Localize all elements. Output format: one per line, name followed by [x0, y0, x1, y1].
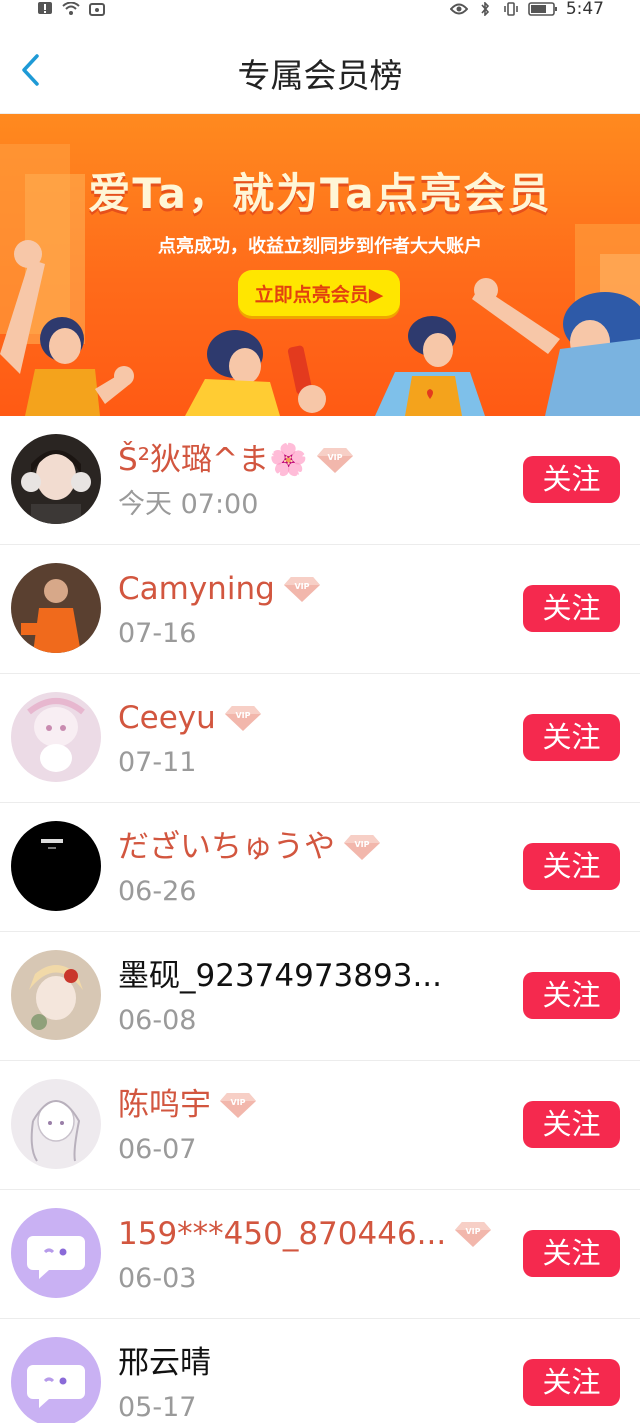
avatar-image: [11, 563, 101, 653]
avatar[interactable]: [11, 1079, 101, 1169]
follow-button[interactable]: 关注: [523, 1230, 620, 1277]
name-line: 墨砚_92374973893...: [118, 956, 442, 996]
avatar[interactable]: [11, 821, 101, 911]
avatar-image: [11, 1079, 101, 1169]
member-name[interactable]: 邢云晴: [118, 1343, 211, 1383]
chat-bubble-icon: [11, 1337, 101, 1423]
name-line: Camyning VIP: [118, 569, 321, 609]
follow-button[interactable]: 关注: [523, 1359, 620, 1406]
member-name[interactable]: Ceeyu: [118, 698, 216, 738]
bluetooth-icon: [481, 2, 489, 16]
avatar[interactable]: [11, 950, 101, 1040]
header: 专属会员榜: [0, 22, 640, 114]
follow-button[interactable]: 关注: [523, 843, 620, 890]
vip-diamond-icon: VIP: [316, 448, 353, 473]
vibrate-icon: [504, 2, 518, 16]
follow-button[interactable]: 关注: [523, 1101, 620, 1148]
banner-subtitle: 点亮成功，收益立刻同步到作者大大账户: [158, 236, 482, 257]
member-row-8[interactable]: 邢云晴 05-17 关注: [0, 1319, 640, 1423]
avatar-image: [11, 950, 101, 1040]
name-line: Š²狄璐^ま🌸 VIP: [118, 440, 354, 480]
name-line: 陈鸣宇 VIP: [118, 1085, 257, 1125]
member-date: 05-17: [118, 1392, 197, 1423]
avatar-image: [11, 692, 101, 782]
member-name[interactable]: 159***450_870446...: [118, 1214, 446, 1254]
member-date: 06-08: [118, 1005, 197, 1036]
svg-text:VIP: VIP: [294, 582, 309, 591]
member-name[interactable]: 墨砚_92374973893...: [118, 956, 442, 996]
alert-icon: [38, 2, 52, 14]
promo-banner[interactable]: 爱Ta，就为Ta点亮会员 点亮成功，收益立刻同步到作者大大账户 立即点亮会员▶: [0, 114, 640, 416]
radio-icon: [89, 3, 105, 16]
vip-diamond-icon: VIP: [224, 706, 261, 731]
clock: 5:47: [565, 0, 604, 19]
member-date: 07-16: [118, 618, 197, 649]
member-date: 06-03: [118, 1263, 197, 1294]
svg-text:VIP: VIP: [327, 453, 342, 462]
wifi-icon: [62, 2, 80, 15]
avatar[interactable]: [11, 1208, 101, 1298]
vip-diamond-icon: VIP: [455, 1222, 492, 1247]
member-name[interactable]: Š²狄璐^ま🌸: [118, 440, 308, 480]
follow-button[interactable]: 关注: [523, 585, 620, 632]
member-row-5[interactable]: 墨砚_92374973893... 06-08 关注: [0, 932, 640, 1061]
avatar-image: [11, 434, 101, 524]
name-line: 159***450_870446... VIP: [118, 1214, 492, 1254]
member-date: 07-11: [118, 747, 197, 778]
avatar[interactable]: [11, 434, 101, 524]
chat-bubble-icon: [11, 1208, 101, 1298]
follow-button[interactable]: 关注: [523, 456, 620, 503]
svg-text:VIP: VIP: [354, 840, 369, 849]
page-title: 专属会员榜: [237, 56, 403, 95]
avatar[interactable]: [11, 563, 101, 653]
follow-button[interactable]: 关注: [523, 972, 620, 1019]
follow-button[interactable]: 关注: [523, 714, 620, 761]
member-row-3[interactable]: Ceeyu VIP 07-11 关注: [0, 674, 640, 803]
avatar-image: [11, 821, 101, 911]
svg-text:VIP: VIP: [230, 1098, 245, 1107]
member-name[interactable]: だざいちゅうや: [118, 827, 335, 867]
svg-text:VIP: VIP: [466, 1227, 481, 1236]
status-left: [36, 0, 106, 18]
svg-text:VIP: VIP: [235, 711, 250, 720]
member-name[interactable]: Camyning: [118, 569, 275, 609]
eye-icon: [449, 3, 468, 15]
member-name[interactable]: 陈鸣宇: [118, 1085, 211, 1125]
banner-title: 爱Ta，就为Ta点亮会员: [88, 169, 552, 218]
avatar[interactable]: [11, 1337, 101, 1423]
member-date: 今天 07:00: [118, 489, 259, 520]
name-line: 邢云晴: [118, 1343, 211, 1383]
member-date: 06-07: [118, 1134, 197, 1165]
name-line: Ceeyu VIP: [118, 698, 262, 738]
avatar[interactable]: [11, 692, 101, 782]
member-list: Š²狄璐^ま🌸 VIP 今天 07:00 关注 Camyning VIP 07-…: [0, 416, 640, 1423]
name-line: だざいちゅうや VIP: [118, 827, 381, 867]
vip-diamond-icon: VIP: [220, 1093, 256, 1118]
member-row-2[interactable]: Camyning VIP 07-16 关注: [0, 545, 640, 674]
member-row-1[interactable]: Š²狄璐^ま🌸 VIP 今天 07:00 关注: [0, 416, 640, 545]
vip-diamond-icon: VIP: [344, 835, 380, 860]
status-bar: 5:47: [0, 0, 640, 22]
member-row-6[interactable]: 陈鸣宇 VIP 06-07 关注: [0, 1061, 640, 1190]
member-row-7[interactable]: 159***450_870446... VIP 06-03 关注: [0, 1190, 640, 1319]
status-right: 5:47: [449, 0, 604, 19]
vip-diamond-icon: VIP: [283, 577, 320, 602]
battery-icon: [528, 2, 557, 16]
member-date: 06-26: [118, 876, 197, 907]
light-up-membership-button[interactable]: 立即点亮会员▶: [238, 270, 400, 316]
member-row-4[interactable]: だざいちゅうや VIP 06-26 关注: [0, 803, 640, 932]
